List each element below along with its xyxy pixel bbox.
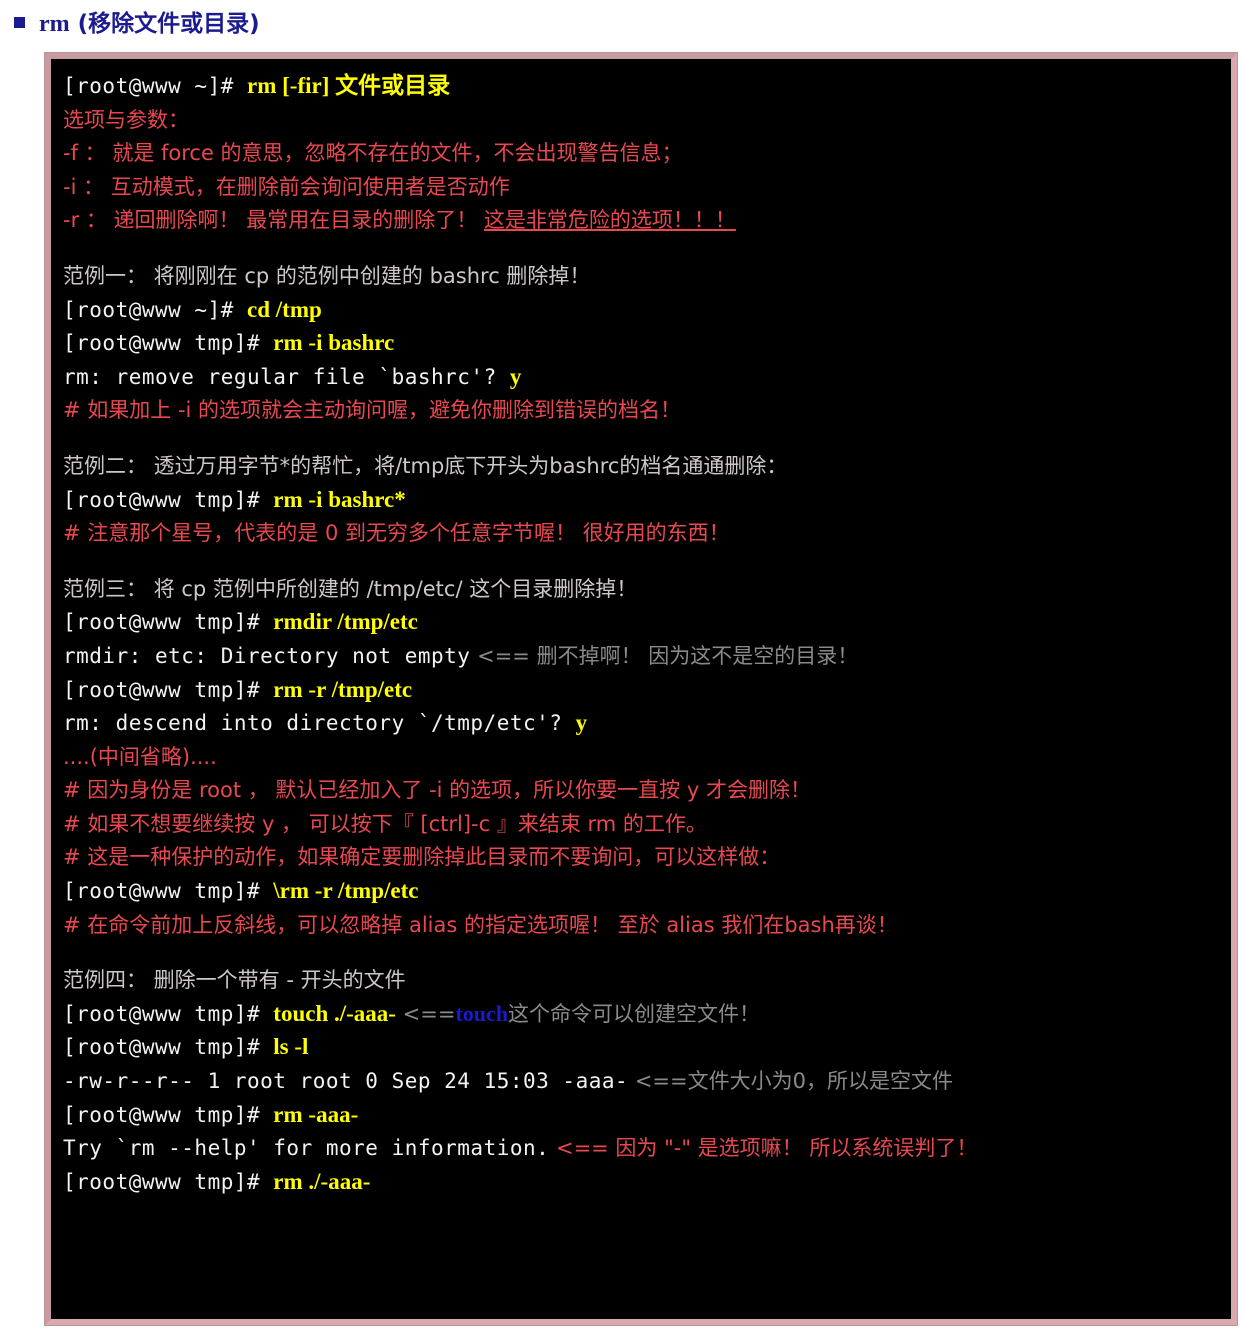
terminal-line-ex3-out1: rmdir: etc: Directory not empty <== 删不掉啊… bbox=[63, 639, 1231, 673]
shell-command: rm [-fir] 文件或目录 bbox=[247, 73, 451, 98]
terminal-line-ex1-cd: [root@www ~]# cd /tmp bbox=[63, 293, 1231, 327]
shell-prompt: [root@www tmp]# bbox=[63, 610, 274, 635]
red-comment: # 如果不想要继续按 y ， 可以按下『 [ctrl]-c 』来结束 rm 的工… bbox=[63, 811, 707, 836]
terminal-line-ex4-try: Try `rm --help' for more information. <=… bbox=[63, 1131, 1231, 1165]
terminal-line-opt-i: -i ： 互动模式，在删除前会询问使用者是否动作 bbox=[63, 170, 1231, 204]
terminal-line-ex2-desc: 范例二： 透过万用字节*的帮忙，将/tmp底下开头为bashrc的档名通通删除： bbox=[63, 449, 1231, 483]
red-comment: ....(中间省略).... bbox=[63, 744, 217, 769]
shell-prompt: [root@www tmp]# bbox=[63, 331, 274, 356]
page-title-description: (移除文件或目录) bbox=[69, 11, 260, 37]
annotation-note: 这个命令可以创建空文件！ bbox=[508, 1001, 760, 1026]
terminal-line-opt-r: -r ： 递回删除啊！ 最常用在目录的删除了！ 这是非常危险的选项！！！ bbox=[63, 203, 1231, 237]
terminal-line-ex3-cmt2: # 如果不想要继续按 y ， 可以按下『 [ctrl]-c 』来结束 rm 的工… bbox=[63, 807, 1231, 841]
terminal-line-ex3-rmdir: [root@www tmp]# rmdir /tmp/etc bbox=[63, 605, 1231, 639]
page-title-command: rm bbox=[39, 11, 70, 37]
shell-command: \rm -r /tmp/etc bbox=[273, 878, 419, 904]
shell-prompt: [root@www ~]# bbox=[63, 74, 248, 98]
terminal-line-ex4-desc: 范例四： 删除一个带有 - 开头的文件 bbox=[63, 963, 1231, 997]
red-comment: # 注意那个星号，代表的是 0 到无穷多个任意字节喔！ 很好用的东西！ bbox=[63, 521, 730, 546]
annotation-keyword: touch bbox=[455, 1000, 508, 1026]
command-output: rmdir: etc: Directory not empty bbox=[63, 643, 471, 668]
terminal-output[interactable]: [root@www ~]# rm [-fir] 文件或目录选项与参数： -f ： … bbox=[51, 59, 1231, 1319]
red-comment: -r ： 递回删除啊！ 最常用在目录的删除了！ bbox=[63, 208, 484, 233]
shell-command: rm -aaa- bbox=[273, 1101, 359, 1127]
red-comment: # 因为身份是 root ， 默认已经加入了 -i 的选项，所以你要一直按 y … bbox=[63, 778, 811, 803]
red-comment: # 这是一种保护的动作，如果确定要删除掉此目录而不要询问，可以这样做： bbox=[63, 845, 781, 870]
red-comment: 选项与参数： bbox=[63, 107, 189, 132]
command-output: Try `rm --help' for more information. bbox=[63, 1136, 550, 1161]
command-output: -rw-r--r-- 1 root root 0 Sep 24 15:03 -a… bbox=[63, 1069, 629, 1094]
shell-command: rm -i bashrc bbox=[273, 330, 395, 356]
shell-command: rm -r /tmp/etc bbox=[273, 676, 413, 702]
example-description: 范例四： 删除一个带有 - 开头的文件 bbox=[63, 968, 406, 993]
shell-prompt: [root@www tmp]# bbox=[63, 879, 274, 904]
terminal-line-usage: [root@www ~]# rm [-fir] 文件或目录 bbox=[63, 69, 1231, 103]
shell-prompt: [root@www tmp]# bbox=[63, 1169, 274, 1194]
page-title: rm (移除文件或目录) bbox=[0, 0, 1245, 40]
terminal-line-ex3-desc: 范例三： 将 cp 范例中所创建的 /tmp/etc/ 这个目录删除掉！ bbox=[63, 572, 1231, 606]
terminal-line-ex2-cmt: # 注意那个星号，代表的是 0 到无穷多个任意字节喔！ 很好用的东西！ bbox=[63, 516, 1231, 550]
terminal-line-ex3-omit: ....(中间省略).... bbox=[63, 740, 1231, 774]
red-comment: -i ： 互动模式，在删除前会询问使用者是否动作 bbox=[63, 174, 510, 199]
terminal-line-ex4-touch: [root@www tmp]# touch ./-aaa- <==touch这个… bbox=[63, 997, 1231, 1031]
annotation-arrow: <== bbox=[395, 1001, 456, 1026]
terminal-line-opts-header: 选项与参数： bbox=[63, 103, 1231, 137]
shell-prompt: [root@www tmp]# bbox=[63, 487, 274, 512]
annotation-note: <== 因为 "-" 是选项嘛！ 所以系统误判了！ bbox=[549, 1136, 978, 1161]
terminal-line-ex1-cmt: # 如果加上 -i 的选项就会主动询问喔，避免你删除到错误的档名！ bbox=[63, 393, 1231, 427]
terminal-line-ex1-rm: [root@www tmp]# rm -i bashrc bbox=[63, 326, 1231, 360]
user-answer: y bbox=[575, 710, 588, 736]
terminal-line-ex4-rmok: [root@www tmp]# rm ./-aaa- bbox=[63, 1165, 1231, 1199]
red-comment: -f ： 就是 force 的意思，忽略不存在的文件，不会出现警告信息； bbox=[63, 141, 683, 166]
example-description: 范例一： 将刚刚在 cp 的范例中创建的 bashrc 删除掉！ bbox=[63, 263, 591, 288]
user-answer: y bbox=[509, 363, 522, 389]
example-description: 范例三： 将 cp 范例中所创建的 /tmp/etc/ 这个目录删除掉！ bbox=[63, 576, 638, 601]
terminal-frame: [root@www ~]# rm [-fir] 文件或目录选项与参数： -f ： … bbox=[45, 53, 1237, 1325]
shell-command: ls -l bbox=[273, 1034, 309, 1060]
example-description: 范例二： 透过万用字节*的帮忙，将/tmp底下开头为bashrc的档名通通删除： bbox=[63, 453, 788, 478]
red-comment-warning: 这是非常危险的选项！！！ bbox=[483, 208, 736, 233]
terminal-line-ex1-out: rm: remove regular file `bashrc'? y bbox=[63, 360, 1231, 394]
shell-prompt: [root@www tmp]# bbox=[63, 677, 274, 702]
terminal-line-ex4-ls: [root@www tmp]# ls -l bbox=[63, 1030, 1231, 1064]
shell-command: rmdir /tmp/etc bbox=[273, 609, 418, 635]
annotation-note: <==文件大小为0，所以是空文件 bbox=[628, 1069, 953, 1094]
terminal-line-ex4-lsout: -rw-r--r-- 1 root root 0 Sep 24 15:03 -a… bbox=[63, 1064, 1231, 1098]
terminal-line-ex3-cmt1: # 因为身份是 root ， 默认已经加入了 -i 的选项，所以你要一直按 y … bbox=[63, 773, 1231, 807]
shell-command: rm -i bashrc* bbox=[273, 486, 406, 512]
terminal-line-ex3-rmbs: [root@www tmp]# \rm -r /tmp/etc bbox=[63, 874, 1231, 908]
terminal-line-ex3-out2: rm: descend into directory `/tmp/etc'? y bbox=[63, 706, 1231, 740]
red-comment: # 在命令前加上反斜线，可以忽略掉 alias 的指定选项喔！ 至於 alias… bbox=[63, 912, 898, 937]
red-comment: # 如果加上 -i 的选项就会主动询问喔，避免你删除到错误的档名！ bbox=[63, 398, 682, 423]
command-output: rm: remove regular file `bashrc'? bbox=[63, 364, 510, 389]
terminal-line-ex2-rm: [root@www tmp]# rm -i bashrc* bbox=[63, 483, 1231, 517]
terminal-line-ex3-cmt3: # 这是一种保护的动作，如果确定要删除掉此目录而不要询问，可以这样做： bbox=[63, 840, 1231, 874]
shell-command: cd /tmp bbox=[247, 296, 322, 322]
shell-prompt: [root@www tmp]# bbox=[63, 1102, 274, 1127]
shell-command: rm ./-aaa- bbox=[273, 1168, 371, 1194]
shell-command: touch ./-aaa- bbox=[273, 1000, 396, 1026]
terminal-line-ex3-cmt4: # 在命令前加上反斜线，可以忽略掉 alias 的指定选项喔！ 至於 alias… bbox=[63, 908, 1231, 942]
terminal-line-ex1-desc: 范例一： 将刚刚在 cp 的范例中创建的 bashrc 删除掉！ bbox=[63, 259, 1231, 293]
annotation-note: <== 删不掉啊！ 因为这不是空的目录！ bbox=[470, 643, 859, 668]
shell-prompt: [root@www tmp]# bbox=[63, 1001, 274, 1026]
shell-prompt: [root@www tmp]# bbox=[63, 1035, 274, 1060]
terminal-line-ex4-rmbad: [root@www tmp]# rm -aaa- bbox=[63, 1098, 1231, 1132]
command-output: rm: descend into directory `/tmp/etc'? bbox=[63, 711, 576, 736]
terminal-line-opt-f: -f ： 就是 force 的意思，忽略不存在的文件，不会出现警告信息； bbox=[63, 136, 1231, 170]
square-bullet-icon bbox=[14, 17, 25, 28]
terminal-line-ex3-rmr: [root@www tmp]# rm -r /tmp/etc bbox=[63, 673, 1231, 707]
page-title-text: rm (移除文件或目录) bbox=[39, 4, 260, 38]
shell-prompt: [root@www ~]# bbox=[63, 297, 248, 322]
